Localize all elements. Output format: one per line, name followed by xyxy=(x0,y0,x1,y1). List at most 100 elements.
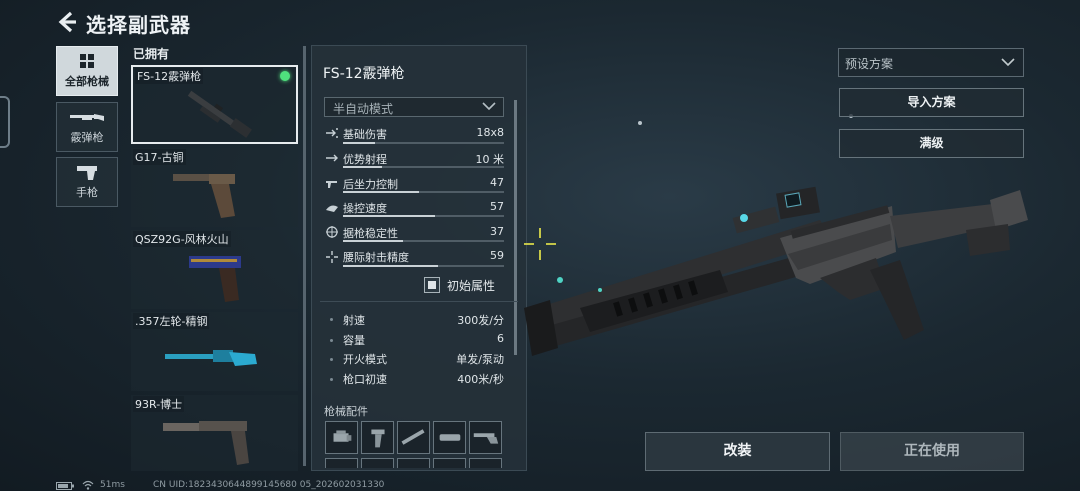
attachment-slot-muzzle[interactable] xyxy=(397,421,430,454)
range-icon xyxy=(326,154,338,162)
weapon-name: G17-古铜 xyxy=(133,149,186,165)
attachment-slot[interactable] xyxy=(433,458,466,468)
in-use-button[interactable]: 正在使用 xyxy=(840,432,1024,471)
stat-value: 47 xyxy=(490,176,504,189)
stat-label: 据枪稳定性 xyxy=(343,227,398,240)
crosshair-icon xyxy=(524,228,556,260)
weapon-card-93r[interactable]: 93R-博士 xyxy=(131,395,298,471)
bullet-icon xyxy=(330,378,333,381)
fire-mode-select[interactable]: 半自动模式 xyxy=(324,97,504,117)
stat-bar-fill xyxy=(343,166,382,168)
user-uid: CN UID:1823430644899145680 05_2026020313… xyxy=(153,480,385,490)
weapon-name: 93R-博士 xyxy=(133,396,185,412)
attachment-slot[interactable] xyxy=(397,458,430,468)
grid-icon xyxy=(80,54,94,68)
spec-label: 容量 xyxy=(343,334,365,347)
spec-value: 6 xyxy=(497,332,504,345)
bullet-icon xyxy=(330,318,333,321)
stat-label: 操控速度 xyxy=(343,202,387,215)
stock-attachment-icon xyxy=(473,433,499,444)
grip-attachment-icon xyxy=(371,429,385,448)
modify-button[interactable]: 改装 xyxy=(645,432,830,471)
divider xyxy=(320,301,518,302)
attachment-slot-grip[interactable] xyxy=(361,421,394,454)
stat-bar xyxy=(343,265,504,267)
max-level-button[interactable]: 满级 xyxy=(839,129,1024,158)
base-attributes-checkbox[interactable] xyxy=(424,277,440,293)
attachment-slot[interactable] xyxy=(361,458,394,468)
shotgun-thumbnail-icon xyxy=(187,90,252,138)
stat-bar xyxy=(343,240,504,242)
shotgun-icon xyxy=(70,114,104,121)
shotgun-3d-view[interactable] xyxy=(520,160,1080,370)
weapon-name: QSZ92G-风林火山 xyxy=(133,231,231,247)
attachment-slot-barrel[interactable] xyxy=(433,421,466,454)
equipped-indicator xyxy=(280,71,290,81)
handling-icon xyxy=(326,205,338,212)
stat-bar xyxy=(343,191,504,193)
weapon-name: .357左轮-精钢 xyxy=(133,313,210,329)
stat-value: 37 xyxy=(490,225,504,238)
stat-bar-fill xyxy=(343,215,435,217)
attachment-slot[interactable] xyxy=(469,458,502,468)
stat-label: 后坐力控制 xyxy=(343,178,398,191)
hipfire-icon xyxy=(326,251,338,263)
category-label: 全部枪械 xyxy=(65,75,109,88)
import-preset-button[interactable]: 导入方案 xyxy=(839,88,1024,117)
pistol-thumbnail-icon xyxy=(189,256,241,302)
page-title: 选择副武器 xyxy=(86,13,191,37)
category-tab-pistol[interactable]: 手枪 xyxy=(56,157,118,207)
spec-value: 单发/泵动 xyxy=(456,353,504,366)
base-attributes-label: 初始属性 xyxy=(447,279,496,293)
spec-value: 400米/秒 xyxy=(457,373,504,386)
back-arrow-icon[interactable] xyxy=(56,10,78,34)
stat-label: 基础伤害 xyxy=(343,128,387,141)
category-label: 手枪 xyxy=(76,186,98,199)
preset-select[interactable]: 预设方案 xyxy=(838,48,1024,77)
sight-attachment-icon xyxy=(333,430,352,442)
weapon-card-qsz92g[interactable]: QSZ92G-风林火山 xyxy=(131,230,298,309)
pistol-thumbnail-icon xyxy=(163,421,249,465)
side-drawer-handle[interactable] xyxy=(0,96,10,148)
barrel-attachment-icon xyxy=(439,434,461,441)
attachments-title: 枪械配件 xyxy=(324,405,368,418)
weapon-card-fs12[interactable]: FS-12霰弹枪 xyxy=(131,65,298,144)
stat-value: 57 xyxy=(490,200,504,213)
attachment-slot-stock[interactable] xyxy=(469,421,502,454)
revolver-thumbnail-icon xyxy=(165,350,257,366)
pistol-icon xyxy=(77,166,97,180)
weapon-name: FS-12霰弹枪 xyxy=(135,68,204,84)
wifi-icon xyxy=(82,480,94,490)
stat-label: 腰际射击精度 xyxy=(343,251,409,264)
bullet-icon xyxy=(330,358,333,361)
attachment-slot[interactable] xyxy=(325,458,358,468)
recoil-icon xyxy=(326,181,337,188)
category-tab-shotgun[interactable]: 霰弹枪 xyxy=(56,102,118,152)
stat-bar-fill xyxy=(343,142,376,144)
detail-scrollbar[interactable] xyxy=(514,100,517,355)
attachment-slot-sight[interactable] xyxy=(325,421,358,454)
stat-bar xyxy=(343,166,504,168)
muzzle-attachment-icon xyxy=(401,429,425,445)
category-tab-all[interactable]: 全部枪械 xyxy=(56,46,118,96)
stat-bar xyxy=(343,215,504,217)
stat-bar-fill xyxy=(343,240,403,242)
stat-value: 18x8 xyxy=(476,126,504,139)
weapon-card-g17[interactable]: G17-古铜 xyxy=(131,148,298,227)
stat-label: 优势射程 xyxy=(343,153,387,166)
spec-value: 300发/分 xyxy=(457,314,504,327)
spec-label: 射速 xyxy=(343,314,365,327)
stat-value: 59 xyxy=(490,249,504,262)
owned-section-label: 已拥有 xyxy=(133,47,170,61)
chevron-down-icon xyxy=(1001,58,1015,67)
battery-icon xyxy=(56,482,74,490)
stat-bar xyxy=(343,142,504,144)
weapon-card-357[interactable]: .357左轮-精钢 xyxy=(131,312,298,391)
spec-label: 开火模式 xyxy=(343,353,387,366)
list-scrollbar[interactable] xyxy=(303,46,306,466)
dust-particle xyxy=(638,121,642,125)
ping-readout: 51ms xyxy=(100,480,125,490)
chevron-down-icon xyxy=(482,102,496,111)
pistol-thumbnail-icon xyxy=(173,174,235,218)
bullet-icon xyxy=(330,339,333,342)
